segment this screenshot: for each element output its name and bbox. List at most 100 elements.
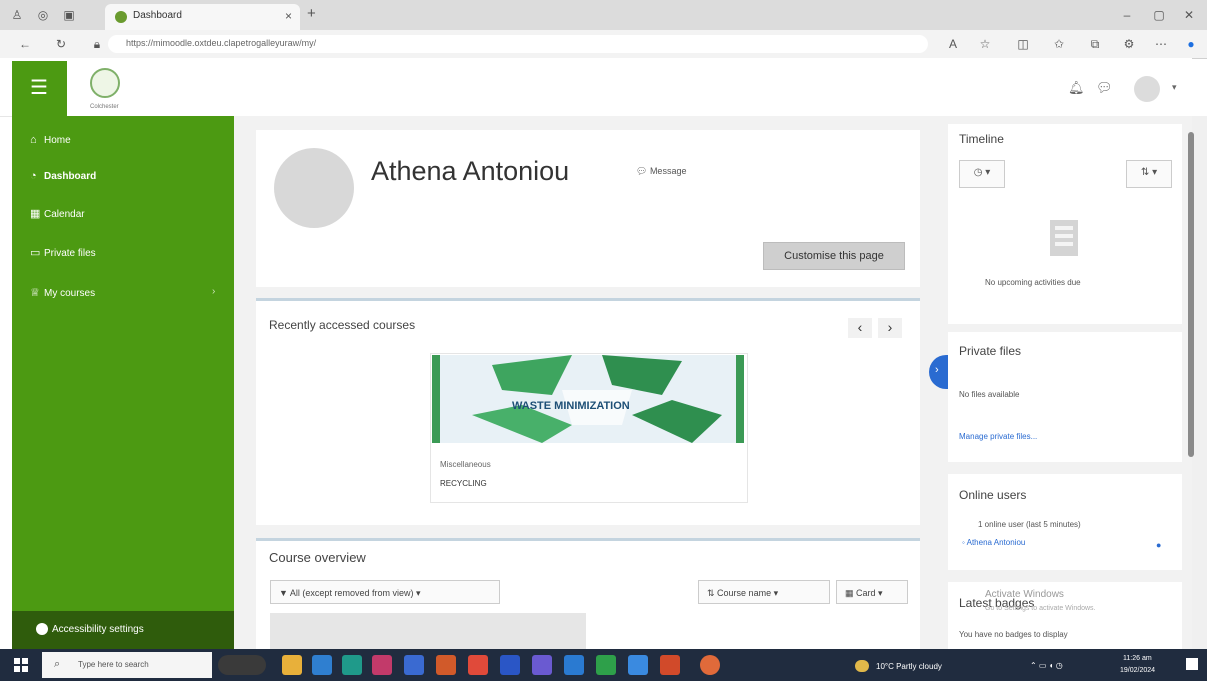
course-overview-title: Course overview (269, 550, 366, 565)
site-logo-icon[interactable] (90, 68, 120, 98)
widgets-icon[interactable] (218, 655, 266, 675)
tab-actions-icon[interactable]: ▣ (60, 6, 78, 24)
app-icon[interactable] (628, 655, 648, 675)
manage-private-files-link[interactable]: Manage private files... (959, 432, 1037, 441)
close-window-icon[interactable]: ✕ (1180, 6, 1198, 24)
course-image[interactable] (432, 355, 744, 443)
chevron-right-icon: › (935, 364, 939, 376)
prev-arrow-icon[interactable]: ‹ (848, 318, 872, 338)
eye-icon[interactable]: ● (1156, 540, 1161, 550)
page-scrollbar[interactable] (1192, 116, 1207, 649)
graduation-cap-icon: ♕ (30, 287, 40, 299)
profile-avatar (274, 148, 354, 228)
profile-icon[interactable]: ♙ (8, 6, 26, 24)
url-text: https://mimoodle.oxtdeu.clapetrogalleyur… (126, 38, 317, 48)
chrome-icon[interactable] (700, 655, 720, 675)
split-screen-icon[interactable]: ◫ (1014, 35, 1032, 53)
nav-item-private-files[interactable]: ▭ Private files (30, 246, 96, 259)
nav-label: Home (44, 135, 71, 146)
home-icon: ⌂ (30, 134, 37, 146)
accessibility-settings-button[interactable]: Accessibility settings (12, 611, 234, 649)
sort-dropdown[interactable]: ⇅ Course name ▾ (698, 580, 830, 604)
file-explorer-icon[interactable] (282, 655, 302, 675)
mail-icon[interactable] (312, 655, 332, 675)
menu-icon: ☰ (30, 77, 48, 99)
accessibility-label: Accessibility settings (52, 624, 144, 635)
minimize-icon[interactable]: – (1118, 6, 1136, 24)
online-users-title: Online users (959, 488, 1027, 502)
nav-label: Dashboard (44, 171, 97, 182)
messages-icon[interactable]: 💬︎ (1096, 80, 1113, 96)
clock-date[interactable]: 19/02/2024 (1120, 667, 1155, 674)
calendar-icon: ▦ (30, 208, 41, 220)
tray-icons[interactable]: ⌃ ▭ ◖ ◷ (1030, 661, 1063, 670)
edge-browser-icon[interactable] (342, 655, 362, 675)
copilot-icon[interactable]: ● (1182, 35, 1200, 53)
app-icon[interactable] (596, 655, 616, 675)
close-tab-icon[interactable]: × (285, 9, 292, 23)
online-users-count: 1 online user (last 5 minutes) (978, 520, 1081, 529)
app-icon[interactable] (660, 655, 680, 675)
back-icon[interactable]: ← (16, 35, 34, 53)
view-dropdown[interactable]: ▦ Card ▾ (836, 580, 908, 604)
chevron-down-icon[interactable]: ▾ (1172, 82, 1177, 93)
read-aloud-icon[interactable]: A (944, 35, 962, 53)
timeline-sort-button[interactable]: ⇅ ▾ (1126, 160, 1172, 188)
refresh-icon[interactable]: ↻ (52, 35, 70, 53)
nav-item-my-courses[interactable]: ♕ My courses (30, 286, 95, 299)
pdf-reader-icon[interactable] (468, 655, 488, 675)
user-avatar[interactable] (1134, 76, 1160, 102)
taskbar-search-input[interactable]: ⌕ Type here to search (42, 652, 212, 678)
word-icon[interactable] (500, 655, 520, 675)
notifications-icon[interactable] (1186, 658, 1198, 670)
app-icon[interactable] (436, 655, 456, 675)
tab-title: Dashboard (133, 10, 182, 21)
empty-list-icon (1050, 220, 1078, 256)
message-icon: 💬︎ (636, 166, 650, 176)
scrollbar-thumb[interactable] (1188, 132, 1194, 457)
url-field[interactable]: https://mimoodle.oxtdeu.clapetrogalleyur… (108, 35, 928, 53)
course-name-link[interactable]: RECYCLING (440, 479, 487, 488)
windows-watermark: Activate Windows (985, 589, 1064, 600)
extensions-icon[interactable]: ⚙ (1120, 35, 1138, 53)
maximize-icon[interactable]: ▢ (1150, 6, 1168, 24)
app-icon[interactable] (372, 655, 392, 675)
overview-course-image[interactable] (270, 613, 586, 649)
weather-icon (855, 660, 869, 672)
app-icon[interactable] (564, 655, 584, 675)
active-tab[interactable]: Dashboard × (105, 4, 300, 30)
nav-item-dashboard[interactable]: ◔ Dashboard (30, 170, 96, 182)
chevron-down-icon: ▾ (771, 588, 779, 598)
new-tab-icon[interactable]: + (307, 5, 316, 22)
accessibility-icon (36, 623, 48, 635)
grid-icon: ▦ (845, 588, 857, 598)
message-link[interactable]: 💬︎ Message (636, 166, 686, 177)
windows-watermark-sub: Go to Settings to activate Windows. (985, 605, 1096, 612)
weather-text[interactable]: 10°C Partly cloudy (876, 662, 942, 671)
favorites-icon[interactable]: ✩ (1050, 35, 1068, 53)
teams-icon[interactable] (532, 655, 552, 675)
next-arrow-icon[interactable]: › (878, 318, 902, 338)
drawer-toggle-button[interactable]: ☰ (12, 61, 67, 116)
nav-item-calendar[interactable]: ▦ Calendar (30, 207, 85, 220)
clock-time[interactable]: 11:26 am (1123, 655, 1152, 662)
nav-label: Private files (44, 248, 96, 259)
online-user-link[interactable]: ◦ Athena Antoniou (962, 538, 1025, 547)
more-icon[interactable]: ⋯ (1152, 35, 1170, 53)
collections-icon[interactable]: ⧉ (1086, 35, 1104, 53)
windows-start-icon[interactable] (14, 658, 28, 672)
customise-page-button[interactable]: Customise this page (763, 242, 905, 270)
nav-label: My courses (44, 288, 96, 299)
grouping-dropdown[interactable]: ▼ All (except removed from view) ▾ (270, 580, 500, 604)
latest-badges-empty: You have no badges to display (959, 630, 1068, 639)
timeline-filter-button[interactable]: ◷ ▾ (959, 160, 1005, 188)
course-image-title: WASTE MINIMIZATION (512, 400, 630, 412)
notification-bell-icon[interactable]: 🔔︎ (1068, 80, 1085, 96)
nav-item-home[interactable]: ⌂ Home (30, 134, 71, 146)
favorite-star-icon[interactable]: ☆ (976, 35, 994, 53)
app-icon[interactable] (404, 655, 424, 675)
dashboard-icon: ◔ (30, 170, 37, 182)
online-user-name: Athena Antoniou (966, 538, 1026, 547)
workspaces-icon[interactable]: ◎ (34, 6, 52, 24)
search-icon: ⌕ (54, 658, 61, 670)
